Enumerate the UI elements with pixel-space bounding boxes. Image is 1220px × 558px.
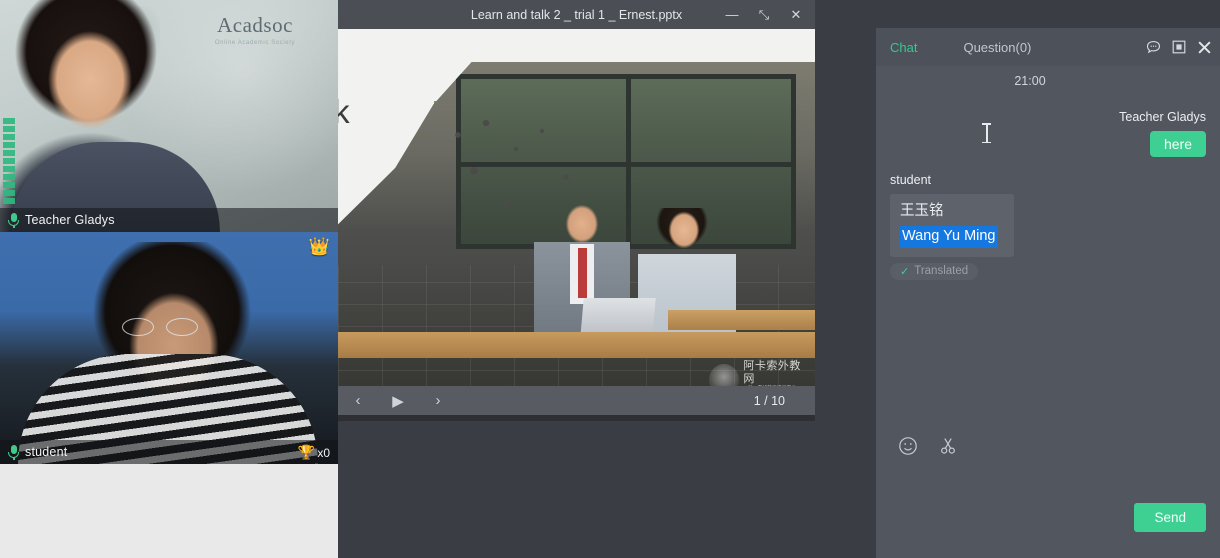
acadsoc-watermark: 阿卡索外教网 一对一在线英语培训平台 acadsoc.com.cn [709, 359, 809, 386]
presentation-window-shadow [338, 415, 815, 421]
teacher-name-bar: Teacher Gladys [0, 208, 338, 232]
message-sender-name: student [890, 173, 1206, 187]
student-name-label: student [25, 445, 67, 459]
tab-question[interactable]: Question(0) [963, 40, 1031, 55]
chat-header: Chat Question(0) [876, 28, 1220, 66]
close-icon[interactable] [1197, 40, 1212, 55]
chat-message-list[interactable]: 21:00 Teacher Gladys here student 王玉铭 Wa… [876, 66, 1220, 426]
play-slide-button[interactable]: ▶ [378, 386, 418, 415]
restore-window-icon[interactable] [1172, 40, 1186, 54]
presentation-title-bar[interactable]: Learn and talk 2 _ trial 1 _ Ernest.pptx… [338, 0, 815, 29]
chat-tabs: Chat Question(0) [890, 28, 1031, 66]
message-bubble-incoming[interactable]: 王玉铭 Wang Yu Ming [890, 194, 1014, 257]
slide-splatter-decoration [446, 115, 606, 225]
trophy-icon: 🏆 [298, 444, 315, 461]
slide-heading: d Talk [338, 93, 350, 131]
video-tile-teacher[interactable]: Acadsoc Online Academic Society Teacher … [0, 0, 338, 232]
message-bubble-outgoing[interactable]: here [1150, 131, 1206, 157]
chat-message-outgoing: Teacher Gladys here [890, 110, 1206, 157]
chat-header-icons [1146, 28, 1212, 66]
send-button[interactable]: Send [1134, 503, 1206, 532]
chat-message-incoming: student 王玉铭 Wang Yu Ming ✓ Translated [890, 173, 1206, 280]
microphone-icon [8, 445, 19, 460]
glasses-graphic [122, 318, 198, 334]
trophy-counter: 🏆 x0 [298, 444, 330, 461]
app-background-gap [815, 0, 876, 558]
chat-panel: Chat Question(0) [876, 28, 1220, 558]
teacher-name-label: Teacher Gladys [25, 213, 115, 227]
scissors-icon[interactable] [938, 436, 958, 456]
previous-slide-button[interactable]: ‹ [338, 386, 378, 415]
message-text-translated: Wang Yu Ming [900, 226, 998, 248]
next-slide-button[interactable]: › [418, 386, 458, 415]
message-sender-name: Teacher Gladys [890, 110, 1206, 124]
photo-table-back [668, 310, 815, 330]
emoji-icon[interactable] [898, 436, 918, 456]
slide-controls: ‹ ▶ › 1 / 10 [338, 386, 815, 415]
student-name-bar: student 🏆 x0 [0, 440, 338, 464]
trophy-count-label: x0 [317, 446, 330, 460]
minimize-button[interactable]: — [717, 0, 747, 29]
presentation-window: Learn and talk 2 _ trial 1 _ Ernest.pptx… [338, 0, 815, 415]
watermark-brand-cn: 阿卡索外教网 [743, 360, 809, 385]
translated-badge: ✓ Translated [890, 263, 978, 280]
video-tile-student[interactable]: 👑 student 🏆 x0 [0, 232, 338, 464]
chat-bubble-icon[interactable] [1146, 40, 1161, 55]
crown-icon: 👑 [309, 238, 330, 255]
chat-toolbar [876, 426, 1220, 466]
chat-input-area[interactable]: Send [876, 466, 1220, 540]
restore-button[interactable]: ⤡ [749, 0, 779, 29]
slide-canvas[interactable]: d Talk nema 阿卡索外教网 一对一在线英语培训平台 [338, 29, 815, 386]
window-controls: — ⤡ ✕ [717, 0, 811, 29]
message-text-original: 王玉铭 [900, 201, 1004, 223]
slide-page-indicator: 1 / 10 [754, 394, 815, 408]
tab-chat[interactable]: Chat [890, 40, 917, 55]
meeting-app-window: Acadsoc Online Academic Society Teacher … [0, 0, 1220, 558]
message-timestamp: 21:00 [890, 66, 1206, 88]
watermark-tree-icon [709, 364, 739, 386]
check-icon: ✓ [900, 265, 909, 278]
text-cursor [982, 123, 991, 143]
video-column: Acadsoc Online Academic Society Teacher … [0, 0, 338, 558]
audio-level-meter [3, 118, 15, 204]
microphone-icon [8, 213, 19, 228]
video-column-filler [0, 464, 338, 558]
photo-table-front [338, 332, 815, 358]
translated-badge-label: Translated [914, 265, 968, 277]
close-button[interactable]: ✕ [781, 0, 811, 29]
